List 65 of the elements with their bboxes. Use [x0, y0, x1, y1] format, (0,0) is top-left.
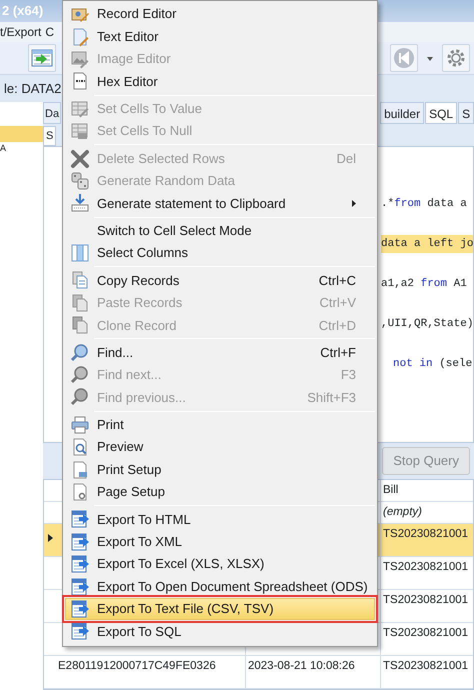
table-arrow-icon [70, 509, 90, 530]
copy-icon [70, 315, 90, 336]
toolbar-button[interactable] [28, 44, 56, 72]
download-tray-icon [70, 193, 90, 214]
search-icon [70, 342, 90, 363]
tab[interactable]: S [43, 126, 56, 146]
columns-icon [70, 243, 90, 264]
column-header: Bill [382, 482, 400, 498]
menu-item[interactable]: Copy Records Ctrl+C [65, 269, 375, 292]
table-cell-text: TS20230821001 [382, 659, 470, 674]
table-arrow-icon [70, 554, 90, 574]
filter-cell[interactable]: (empty) [381, 502, 473, 523]
code-line: not in (sele [393, 356, 472, 372]
table-arrow-icon [70, 532, 90, 552]
code-line: a1,a2 from A1 [381, 276, 467, 292]
tab[interactable]: builder [380, 102, 424, 124]
settings-icon[interactable] [442, 44, 470, 72]
back-button[interactable] [390, 44, 418, 72]
row-pointer-icon [48, 534, 53, 542]
copy-icon [70, 270, 90, 290]
table-cell-text: TS20230821001 [382, 626, 470, 641]
search-icon [70, 387, 90, 408]
menu-item[interactable]: Export To SQL [65, 620, 375, 643]
menu-item[interactable]: Export To Text File (CSV, TSV) [65, 598, 375, 620]
tab[interactable]: S [458, 102, 474, 124]
table-cell-text: TS20230821001 [382, 560, 470, 575]
menu-item[interactable]: Preview [65, 436, 375, 458]
tree-item[interactable]: A [0, 142, 43, 158]
grid-pencil-icon [70, 98, 90, 119]
menu-item[interactable]: C [45, 22, 54, 42]
table-arrow-icon [70, 598, 90, 619]
tab[interactable]: Da [43, 102, 62, 124]
image-pencil-icon [70, 48, 90, 69]
code-line: .*from data a [381, 196, 467, 212]
tab[interactable]: SQL [425, 102, 458, 124]
table-cell: 2023-08-21 10:08:26 [246, 656, 381, 688]
table-label: le: DATA2 [4, 81, 62, 96]
cross-icon [70, 148, 90, 169]
printer-icon [70, 414, 90, 435]
menu-item[interactable]: Export To Open Document Spreadsheet (ODS) [65, 575, 375, 598]
menu-item[interactable]: Find... Ctrl+F [65, 341, 375, 364]
submenu-arrow-icon [352, 200, 356, 207]
menu-item[interactable]: Page Setup [65, 480, 375, 504]
grid-pencil-icon [70, 121, 90, 142]
menu-item[interactable]: Export To Excel (XLS, XLSX) [65, 552, 375, 576]
menu-item[interactable]: Export To XML [65, 530, 375, 553]
copy-icon [70, 292, 90, 313]
menu-item[interactable]: Switch to Cell Select Mode [65, 220, 375, 242]
table-cell: E28011912000717C49FE0326 [56, 656, 246, 688]
menu-item[interactable]: Generate statement to Clipboard [65, 192, 375, 215]
menu-item[interactable]: Export To HTML [65, 508, 375, 531]
table-cell-text: TS20230821001 [382, 593, 470, 608]
table-row[interactable]: E28011912000717C49FE0326 2023-08-21 10:08:26 TS20230821001 [44, 656, 473, 689]
search-icon [70, 365, 90, 386]
menu-item[interactable]: Print Setup [65, 458, 375, 481]
table-arrow-icon [70, 621, 90, 642]
table-cell-text: TS20230821001 [382, 527, 470, 542]
code-line: ,UII,QR,State) [381, 316, 474, 332]
menu-item[interactable]: Select Columns [65, 242, 375, 264]
menu-item[interactable]: Print [65, 414, 375, 436]
menu-item[interactable]: Text Editor [65, 25, 375, 48]
menu-item[interactable]: Hex Editor [65, 70, 375, 93]
table-arrow-icon [70, 576, 90, 597]
dice-icon [70, 170, 90, 191]
menu-item[interactable]: t/Export [0, 22, 42, 42]
